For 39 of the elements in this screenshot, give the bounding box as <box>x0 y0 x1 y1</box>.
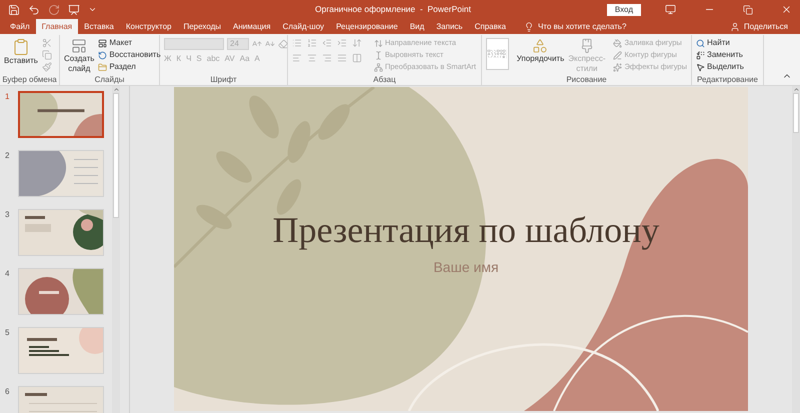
slide-number: 5 <box>5 327 10 339</box>
group-label: Слайды <box>94 74 124 85</box>
slide-subtitle[interactable]: Ваше имя <box>433 257 499 278</box>
paste-button[interactable]: Вставить <box>4 38 38 66</box>
editing-button[interactable]: Найти <box>696 38 744 48</box>
share-button[interactable]: Поделиться <box>740 19 792 34</box>
ribbon-tab[interactable]: Анимация <box>227 19 277 34</box>
slide-number: 2 <box>5 150 10 162</box>
slide-number: 1 <box>5 91 10 103</box>
slide-number: 6 <box>5 386 10 398</box>
window-title: Органичное оформление - PowerPoint <box>315 3 471 16</box>
ribbon-tab[interactable]: Главная <box>36 19 78 34</box>
arrange-button[interactable]: Упорядочить <box>516 38 564 64</box>
ribbon-tab[interactable]: Файл <box>4 19 36 34</box>
tell-me-field[interactable]: Что вы хотите сделать? <box>538 19 626 34</box>
slide-option-button[interactable]: Макет <box>98 38 161 48</box>
slide-option-button[interactable]: Раздел <box>98 62 161 72</box>
editing-button[interactable]: Заменить <box>696 50 744 60</box>
new-slide-button[interactable]: Создать слайд <box>64 38 94 74</box>
group-label: Абзац <box>373 74 396 85</box>
group-label: Редактирование <box>697 74 758 85</box>
slide[interactable]: Презентация по шаблону Ваше имя <box>174 87 748 411</box>
ribbon-tab[interactable]: Переходы <box>177 19 228 34</box>
slide-number: 4 <box>5 268 10 280</box>
editing-button[interactable]: Выделить <box>696 62 744 72</box>
ribbon-tab[interactable]: Вид <box>404 19 430 34</box>
ribbon-tab[interactable]: Запись <box>430 19 469 34</box>
slide-option-button[interactable]: Восстановить <box>98 50 161 60</box>
ribbon-tab[interactable]: Конструктор <box>120 19 178 34</box>
ribbon-tab[interactable]: Рецензирование <box>330 19 404 34</box>
group-label: Шрифт <box>210 74 237 85</box>
ribbon-tab[interactable]: Справка <box>468 19 512 34</box>
sign-in-button[interactable]: Вход <box>606 4 641 16</box>
slide-number: 3 <box>5 209 10 221</box>
group-label: Рисование <box>566 74 607 85</box>
ribbon-tab[interactable]: Слайд-шоу <box>276 19 330 34</box>
ribbon-tab[interactable]: Вставка <box>78 19 120 34</box>
group-label: Буфер обмена <box>2 74 57 85</box>
slide-title[interactable]: Презентация по шаблону <box>272 209 660 251</box>
